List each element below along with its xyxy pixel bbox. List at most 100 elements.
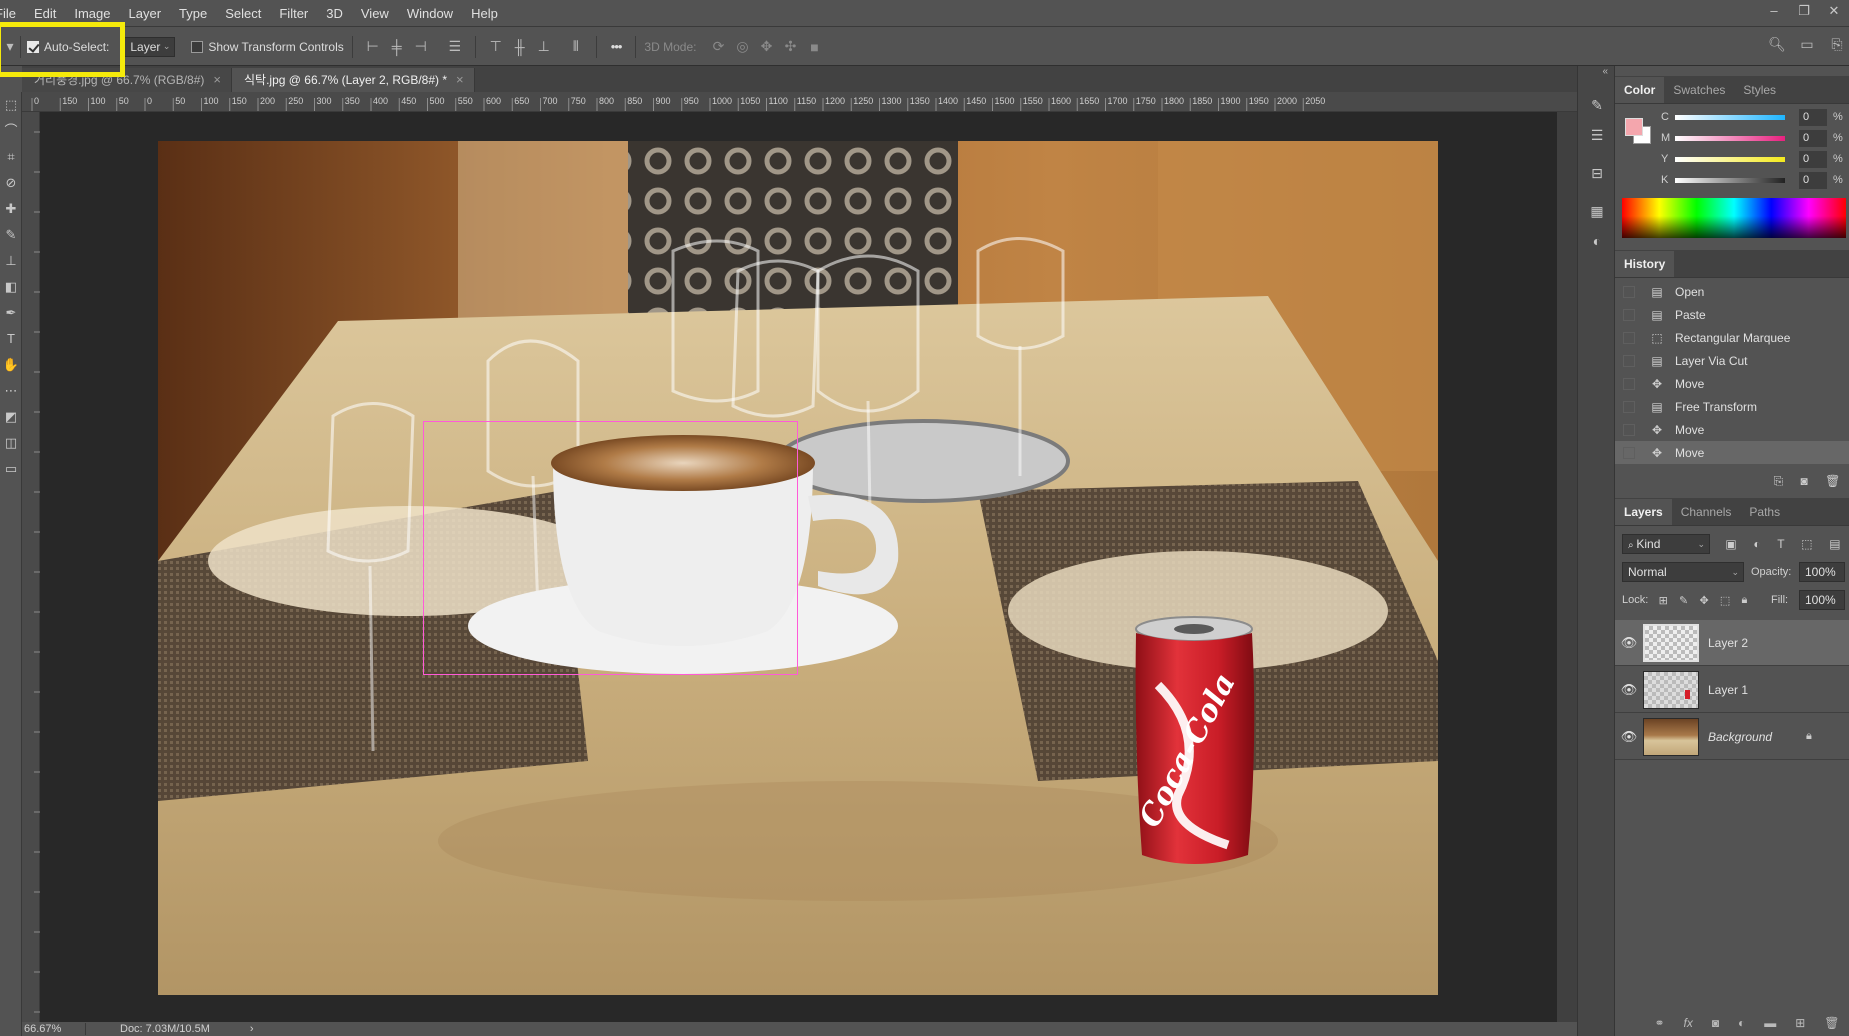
scale-3d-icon[interactable]: ■ <box>802 39 826 55</box>
slider-value[interactable]: 0 <box>1799 171 1827 189</box>
orbit-3d-icon[interactable]: ⟳ <box>706 38 730 55</box>
lasso-tool-icon[interactable]: ⌒ <box>0 118 22 144</box>
align-bottom-icon[interactable]: ⊥ <box>532 38 556 55</box>
adjustments-icon[interactable]: ☰ <box>1578 120 1616 150</box>
screen-mode-icon[interactable]: ▭ <box>0 456 22 482</box>
show-transform-option[interactable]: Show Transform Controls <box>191 40 344 54</box>
layer-name[interactable]: Background <box>1708 730 1806 744</box>
history-snapshot-checkbox[interactable] <box>1623 423 1635 436</box>
align-left-icon[interactable]: ⊢ <box>361 38 385 55</box>
slider-magenta[interactable]: M 0 % <box>1661 127 1849 149</box>
slider-track[interactable] <box>1675 156 1785 162</box>
lock-all-icon[interactable]: 🔒︎ <box>1741 594 1747 607</box>
align-vcenter-icon[interactable]: ╫ <box>508 39 532 55</box>
adjust-layer-icon[interactable]: ◐ <box>1578 226 1616 256</box>
layer-bounding-box[interactable] <box>423 421 798 675</box>
history-snapshot-checkbox[interactable] <box>1623 331 1635 344</box>
add-mask-icon[interactable]: ◙ <box>1712 1016 1719 1030</box>
history-snapshot-checkbox[interactable] <box>1623 400 1635 413</box>
crop-tool-icon[interactable]: ⌗ <box>0 144 22 170</box>
slider-black[interactable]: K 0 % <box>1661 169 1849 191</box>
layer-name[interactable]: Layer 2 <box>1708 636 1748 650</box>
search-icon[interactable]: 🔍︎ <box>1765 36 1789 53</box>
tab-color[interactable]: Color <box>1615 77 1665 103</box>
history-snapshot-checkbox[interactable] <box>1623 354 1635 367</box>
history-item-free-transform[interactable]: ▤ Free Transform <box>1615 395 1849 418</box>
foreground-color-swatch[interactable] <box>1625 118 1643 136</box>
align-right-icon[interactable]: ⊣ <box>409 38 433 55</box>
menu-file[interactable]: File <box>0 6 25 21</box>
drag-3d-icon[interactable]: ✥ <box>754 38 778 55</box>
history-snapshot-checkbox[interactable] <box>1623 377 1635 390</box>
tab-channels[interactable]: Channels <box>1672 499 1741 525</box>
show-transform-checkbox[interactable] <box>191 40 204 53</box>
close-tab-icon[interactable]: × <box>213 68 221 92</box>
trash-icon[interactable]: 🗑︎ <box>1824 1016 1839 1030</box>
tab-paths[interactable]: Paths <box>1740 499 1789 525</box>
history-item-move-current[interactable]: ✥ Move <box>1615 441 1849 464</box>
filter-smart-object-icon[interactable]: ▤ <box>1829 537 1840 551</box>
opacity-field[interactable]: 100% <box>1799 562 1845 582</box>
layer-thumbnail[interactable] <box>1643 623 1699 662</box>
slider-track[interactable] <box>1675 177 1785 183</box>
new-group-icon[interactable]: ▬ <box>1764 1016 1776 1030</box>
tab-history[interactable]: History <box>1615 251 1675 277</box>
workspace-icon[interactable]: ▭ <box>1795 36 1819 53</box>
layer-name[interactable]: Layer 1 <box>1708 683 1748 697</box>
status-arrow-icon[interactable]: › <box>250 1023 254 1035</box>
healing-tool-icon[interactable]: ✚ <box>0 196 22 222</box>
roll-3d-icon[interactable]: ◎ <box>730 38 754 55</box>
history-snapshot-checkbox[interactable] <box>1623 308 1635 321</box>
lock-position-icon[interactable]: ✥ <box>1699 594 1708 607</box>
zoom-level[interactable]: 66.67% <box>22 1023 86 1035</box>
marquee-tool-icon[interactable]: ⬚ <box>0 92 22 118</box>
eraser-tool-icon[interactable]: ◧ <box>0 274 22 300</box>
history-item-rectangular-marquee[interactable]: ⬚ Rectangular Marquee <box>1615 326 1849 349</box>
stamp-tool-icon[interactable]: ⊥ <box>0 248 22 274</box>
slider-cyan[interactable]: C 0 % <box>1661 106 1849 128</box>
distribute-horizontal-icon[interactable]: ☰ <box>443 38 467 55</box>
link-layers-icon[interactable]: ⚭ <box>1654 1016 1664 1030</box>
filter-pixel-icon[interactable]: ▣ <box>1725 537 1736 551</box>
slider-value[interactable]: 0 <box>1799 108 1827 126</box>
lock-transparent-icon[interactable]: ⊞ <box>1659 594 1668 607</box>
restore-button[interactable]: ❐ <box>1789 0 1819 24</box>
slider-value[interactable]: 0 <box>1799 129 1827 147</box>
layer-style-fx-icon[interactable]: fx <box>1684 1016 1693 1030</box>
menu-type[interactable]: Type <box>170 6 216 21</box>
history-item-paste[interactable]: ▤ Paste <box>1615 303 1849 326</box>
history-item-move[interactable]: ✥ Move <box>1615 418 1849 441</box>
filter-type-icon[interactable]: T <box>1777 537 1784 551</box>
pen-tool-icon[interactable]: ✒ <box>0 300 22 326</box>
camera-snapshot-icon[interactable]: ◙ <box>1801 474 1808 488</box>
layer-row-layer-1[interactable]: 👁︎ Layer 1 <box>1615 667 1849 713</box>
distribute-vertical-icon[interactable]: ⫴ <box>564 38 588 55</box>
tab-table-document[interactable]: 식탁.jpg @ 66.7% (Layer 2, RGB/8#) * × <box>232 68 475 92</box>
align-top-icon[interactable]: ⊤ <box>484 38 508 55</box>
fill-field[interactable]: 100% <box>1799 590 1845 610</box>
visibility-eye-icon[interactable]: 👁︎ <box>1615 682 1643 698</box>
menu-select[interactable]: Select <box>216 6 270 21</box>
slide-3d-icon[interactable]: ✣ <box>778 38 802 55</box>
more-options-button[interactable]: ••• <box>611 39 623 54</box>
slider-yellow[interactable]: Y 0 % <box>1661 148 1849 170</box>
layer-filter-dropdown[interactable]: ⌕ Kind ⌄ <box>1622 534 1710 554</box>
layer-row-background[interactable]: 👁︎ Background 🔒︎ <box>1615 714 1849 760</box>
history-item-move[interactable]: ✥ Move <box>1615 372 1849 395</box>
adjustment-layer-icon[interactable]: ◐ <box>1738 1016 1745 1030</box>
menu-help[interactable]: Help <box>462 6 507 21</box>
libraries-icon[interactable]: ▦ <box>1578 196 1616 226</box>
slider-track[interactable] <box>1675 114 1785 120</box>
eyedropper-tool-icon[interactable]: ⊘ <box>0 170 22 196</box>
color-spectrum-ramp[interactable] <box>1622 198 1846 238</box>
tab-styles[interactable]: Styles <box>1734 77 1785 103</box>
properties-icon[interactable]: ⊟ <box>1578 158 1616 188</box>
close-tab-icon[interactable]: × <box>456 68 464 92</box>
slider-track[interactable] <box>1675 135 1785 141</box>
minimize-button[interactable]: – <box>1759 0 1789 24</box>
type-tool-icon[interactable]: T <box>0 326 22 352</box>
visibility-eye-icon[interactable]: 👁︎ <box>1615 729 1643 745</box>
tab-layers[interactable]: Layers <box>1615 499 1672 525</box>
hand-tool-icon[interactable]: ✋ <box>0 352 22 378</box>
menu-view[interactable]: View <box>352 6 398 21</box>
